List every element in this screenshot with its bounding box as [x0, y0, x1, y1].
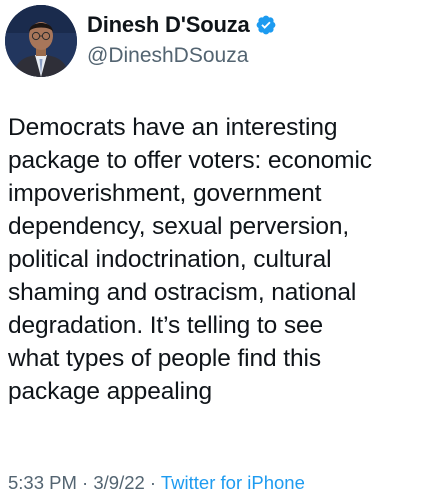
tweet-text: Democrats have an interesting package to… — [8, 114, 372, 405]
meta-separator: · — [144, 472, 161, 493]
tweet-date[interactable]: 3/9/22 — [93, 472, 144, 493]
author-name-row: Dinesh D'Souza — [87, 10, 277, 40]
tweet-time[interactable]: 5:33 PM — [8, 472, 77, 493]
author-avatar[interactable] — [5, 5, 77, 77]
meta-separator: · — [76, 472, 94, 493]
author-display-name[interactable]: Dinesh D'Souza — [87, 12, 250, 38]
tweet-metadata: 5:33 PM · 3/9/22 · Twitter for iPhone — [8, 472, 305, 494]
tweet-source-link[interactable]: Twitter for iPhone — [161, 472, 305, 493]
tweet-card: Dinesh D'Souza @DineshDSouza Democrats h… — [0, 0, 448, 500]
verified-badge-icon — [255, 14, 277, 36]
avatar-photo — [5, 5, 77, 77]
author-handle[interactable]: @DineshDSouza — [87, 44, 248, 68]
